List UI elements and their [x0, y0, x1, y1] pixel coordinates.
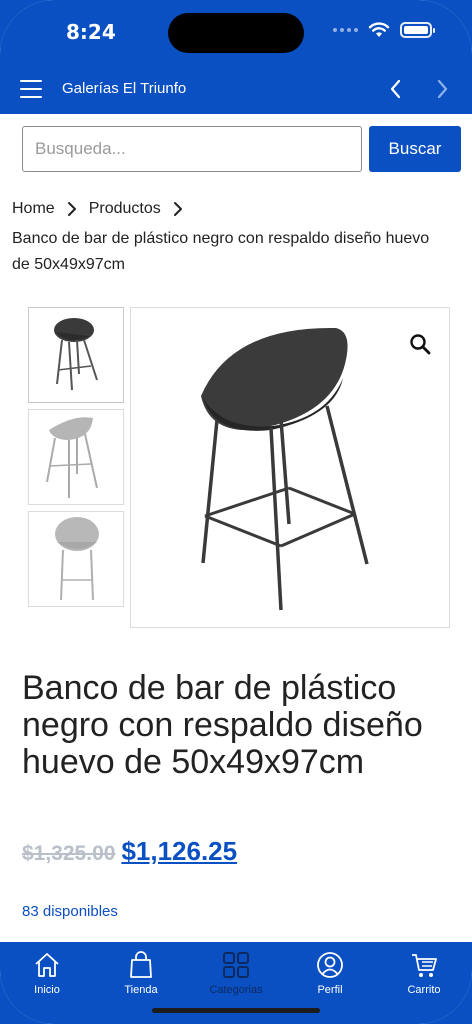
store-title: Galerías El Triunfo — [62, 80, 187, 97]
app-header: Galerías El Triunfo — [0, 66, 472, 112]
tab-label: Tienda — [124, 984, 158, 996]
thumbnail-chair-white-back[interactable] — [28, 409, 124, 505]
tab-label: Categorias — [209, 984, 263, 996]
breadcrumb: Home Productos Banco de bar de plástico … — [12, 198, 442, 278]
tab-perfil[interactable]: Perfil — [290, 950, 370, 996]
thumbnail-chair-black[interactable] — [28, 307, 124, 403]
chevron-right-icon — [161, 201, 195, 217]
app-screen: 8:24 Galerías El Triunfo Buscar — [0, 0, 472, 1024]
tab-label: Inicio — [34, 984, 60, 996]
top-bar: 8:24 Galerías El Triunfo — [0, 0, 472, 114]
chevron-right-icon — [55, 201, 89, 217]
grid-icon — [223, 952, 249, 978]
breadcrumb-home-link[interactable]: Home — [12, 200, 55, 218]
dynamic-island — [168, 13, 304, 53]
search-button[interactable]: Buscar — [369, 126, 461, 172]
home-icon — [35, 953, 59, 977]
tab-categorias[interactable]: Categorias — [196, 950, 276, 996]
user-icon — [317, 952, 343, 978]
battery-icon — [400, 22, 435, 38]
tab-tienda[interactable]: Tienda — [101, 950, 181, 996]
tab-carrito[interactable]: Carrito — [384, 950, 464, 996]
tab-label: Carrito — [407, 984, 441, 996]
chevron-left-icon[interactable] — [384, 75, 408, 103]
stock-availability: 83 disponibles — [22, 903, 118, 920]
home-indicator — [152, 1008, 320, 1013]
old-price: $1,325.00 — [22, 842, 116, 865]
tab-inicio[interactable]: Inicio — [7, 950, 87, 996]
status-icons — [333, 22, 435, 38]
thumbnail-chair-white-front[interactable] — [28, 511, 124, 607]
hamburger-icon[interactable] — [20, 80, 42, 98]
search-input[interactable] — [22, 126, 362, 172]
product-title: Banco de bar de plástico negro con respa… — [22, 669, 423, 781]
cart-icon — [412, 954, 437, 977]
cellular-signal-icon — [333, 28, 358, 32]
chair-image — [201, 327, 369, 611]
price-row: $1,325.00 $1,126.25 — [22, 836, 237, 867]
chair-image — [55, 517, 99, 601]
status-time: 8:24 — [66, 20, 116, 44]
tab-label: Perfil — [317, 984, 343, 996]
shopping-bag-icon — [130, 951, 152, 978]
chevron-right-icon[interactable] — [430, 75, 454, 103]
product-main-image[interactable] — [130, 307, 450, 628]
chair-image — [54, 318, 98, 391]
wifi-icon — [368, 22, 390, 37]
current-price: $1,126.25 — [121, 836, 238, 866]
chair-image — [46, 417, 98, 498]
breadcrumb-current: Banco de bar de plástico negro con respa… — [12, 230, 430, 273]
magnifier-icon[interactable] — [408, 332, 432, 356]
breadcrumb-productos-link[interactable]: Productos — [89, 200, 161, 218]
